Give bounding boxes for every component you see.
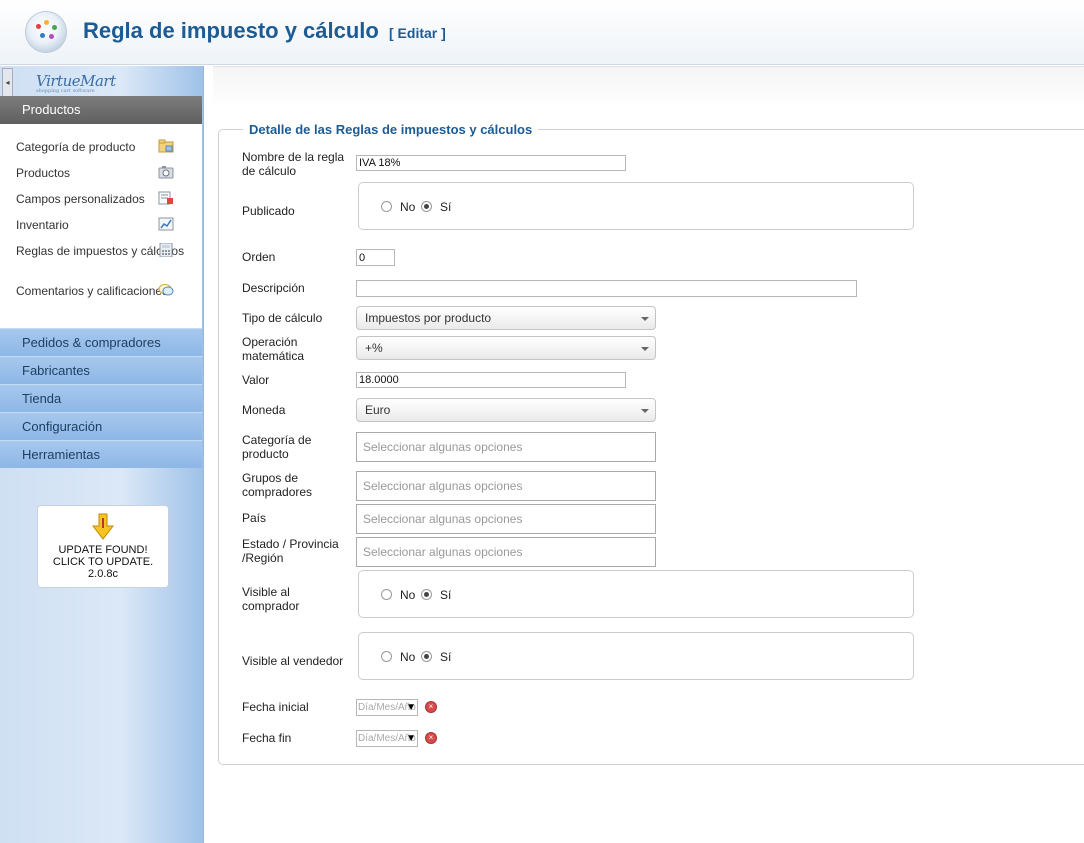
calendar-dropdown-icon[interactable]: ▼ — [406, 731, 416, 746]
edit-mode-tag: [ Editar ] — [389, 25, 446, 41]
sidebar-section-configuracion[interactable]: Configuración — [0, 412, 202, 440]
page-title: Regla de impuesto y cálculo [ Editar ] — [83, 18, 446, 44]
end-date-input[interactable]: Día/Mes/Año ▼ — [356, 730, 418, 747]
chevron-down-icon — [641, 317, 649, 321]
visible-vendor-yes-radio[interactable] — [421, 651, 432, 662]
fieldset-legend: Detalle de las Reglas de impuestos y cál… — [243, 122, 539, 137]
sidebar-section-pedidos[interactable]: Pedidos & compradores — [0, 328, 202, 356]
sidebar-item-label: Campos personalizados — [16, 192, 145, 206]
chevron-down-icon — [641, 409, 649, 413]
sidebar-item-label: Categoría de producto — [16, 140, 136, 154]
published-yes-radio[interactable] — [421, 201, 432, 212]
update-line2: CLICK TO UPDATE. — [52, 556, 154, 568]
end-date-label: Fecha fin — [242, 731, 292, 745]
visible-vendor-label: Visible al vendedor — [242, 654, 344, 668]
visible-buyer-yes-radio[interactable] — [421, 589, 432, 600]
category-multiselect[interactable]: Seleccionar algunas opciones — [356, 432, 656, 462]
order-input[interactable] — [356, 249, 395, 266]
currency-value: Euro — [365, 403, 391, 417]
groups-label: Grupos de compradores — [242, 471, 313, 499]
country-label: País — [242, 511, 267, 525]
published-no-radio[interactable] — [381, 201, 392, 212]
currency-select[interactable]: Euro — [356, 398, 656, 422]
clear-end-date-icon[interactable]: × — [425, 732, 437, 744]
download-arrow-icon — [91, 513, 115, 540]
page-title-text: Regla de impuesto y cálculo — [83, 18, 379, 43]
published-label: Publicado — [242, 204, 295, 218]
custom-fields-icon — [158, 191, 173, 205]
published-radio-group: No Sí — [358, 182, 914, 230]
visible-vendor-yes-label: Sí — [440, 650, 452, 664]
visible-vendor-radio-group: No Sí — [358, 632, 914, 680]
visible-vendor-no-radio[interactable] — [381, 651, 392, 662]
description-input[interactable] — [356, 280, 857, 297]
order-label: Orden — [242, 250, 276, 264]
visible-buyer-label: Visible al comprador — [242, 585, 300, 613]
state-label: Estado / Provincia /Región — [242, 537, 339, 565]
calc-type-select[interactable]: Impuestos por producto — [356, 306, 656, 330]
visible-buyer-yes-label: Sí — [440, 588, 452, 602]
sidebar-item-label: Comentarios y calificaciones — [16, 284, 169, 298]
state-multiselect[interactable]: Seleccionar algunas opciones — [356, 537, 656, 567]
sidebar-item-label: Productos — [16, 166, 71, 180]
visible-buyer-radio-group: No Sí — [358, 570, 914, 618]
value-input[interactable] — [356, 372, 626, 388]
category-folder-icon — [158, 139, 174, 153]
start-date-input[interactable]: Día/Mes/Año ▼ — [356, 699, 418, 716]
math-op-value: +% — [365, 341, 383, 355]
calculator-icon — [159, 243, 173, 257]
update-version: 2.0.8c — [88, 568, 118, 580]
calendar-dropdown-icon[interactable]: ▼ — [406, 700, 416, 715]
description-label: Descripción — [242, 281, 305, 295]
virtuemart-logo-icon — [26, 12, 66, 52]
virtuemart-brand-logo[interactable]: VirtueMart shopping cart software — [36, 72, 116, 94]
chart-icon — [158, 217, 174, 231]
visible-buyer-no-label: No — [400, 588, 416, 602]
sidebar-section-productos[interactable]: Productos — [0, 96, 202, 124]
published-no-label: No — [400, 200, 416, 214]
visible-vendor-no-label: No — [400, 650, 416, 664]
calc-type-label: Tipo de cálculo — [242, 311, 323, 325]
currency-label: Moneda — [242, 403, 286, 417]
sidebar-section-tienda[interactable]: Tienda — [0, 384, 202, 412]
name-label: Nombre de la regla de cálculo — [242, 150, 345, 178]
math-op-label: Operación matemática — [242, 335, 305, 363]
sidebar: ◂ VirtueMart shopping cart software Prod… — [0, 66, 204, 843]
page-header: Regla de impuesto y cálculo [ Editar ] — [0, 0, 1084, 65]
productos-submenu: Categoría de producto Productos Campos p… — [0, 124, 202, 328]
sidebar-section-fabricantes[interactable]: Fabricantes — [0, 356, 202, 384]
rule-name-input[interactable] — [356, 155, 626, 171]
update-line1: UPDATE FOUND! — [58, 544, 148, 556]
collapse-sidebar-icon[interactable]: ◂ — [2, 68, 13, 98]
sidebar-section-herramientas[interactable]: Herramientas — [0, 440, 202, 468]
country-multiselect[interactable]: Seleccionar algunas opciones — [356, 504, 656, 534]
groups-multiselect[interactable]: Seleccionar algunas opciones — [356, 471, 656, 501]
clear-start-date-icon[interactable]: × — [425, 701, 437, 713]
camera-icon — [158, 166, 174, 179]
calc-type-value: Impuestos por producto — [365, 311, 492, 325]
toolbar-area — [213, 66, 1084, 107]
update-notice-button[interactable]: UPDATE FOUND! CLICK TO UPDATE. 2.0.8c — [37, 505, 169, 588]
published-yes-label: Sí — [440, 200, 452, 214]
value-label: Valor — [242, 373, 270, 387]
math-op-select[interactable]: +% — [356, 336, 656, 360]
category-label: Categoría de producto — [242, 433, 312, 461]
visible-buyer-no-radio[interactable] — [381, 589, 392, 600]
start-date-label: Fecha inicial — [242, 700, 309, 714]
sidebar-item-label: Inventario — [16, 218, 69, 232]
speech-bubble-icon — [158, 284, 174, 296]
chevron-down-icon — [641, 347, 649, 351]
